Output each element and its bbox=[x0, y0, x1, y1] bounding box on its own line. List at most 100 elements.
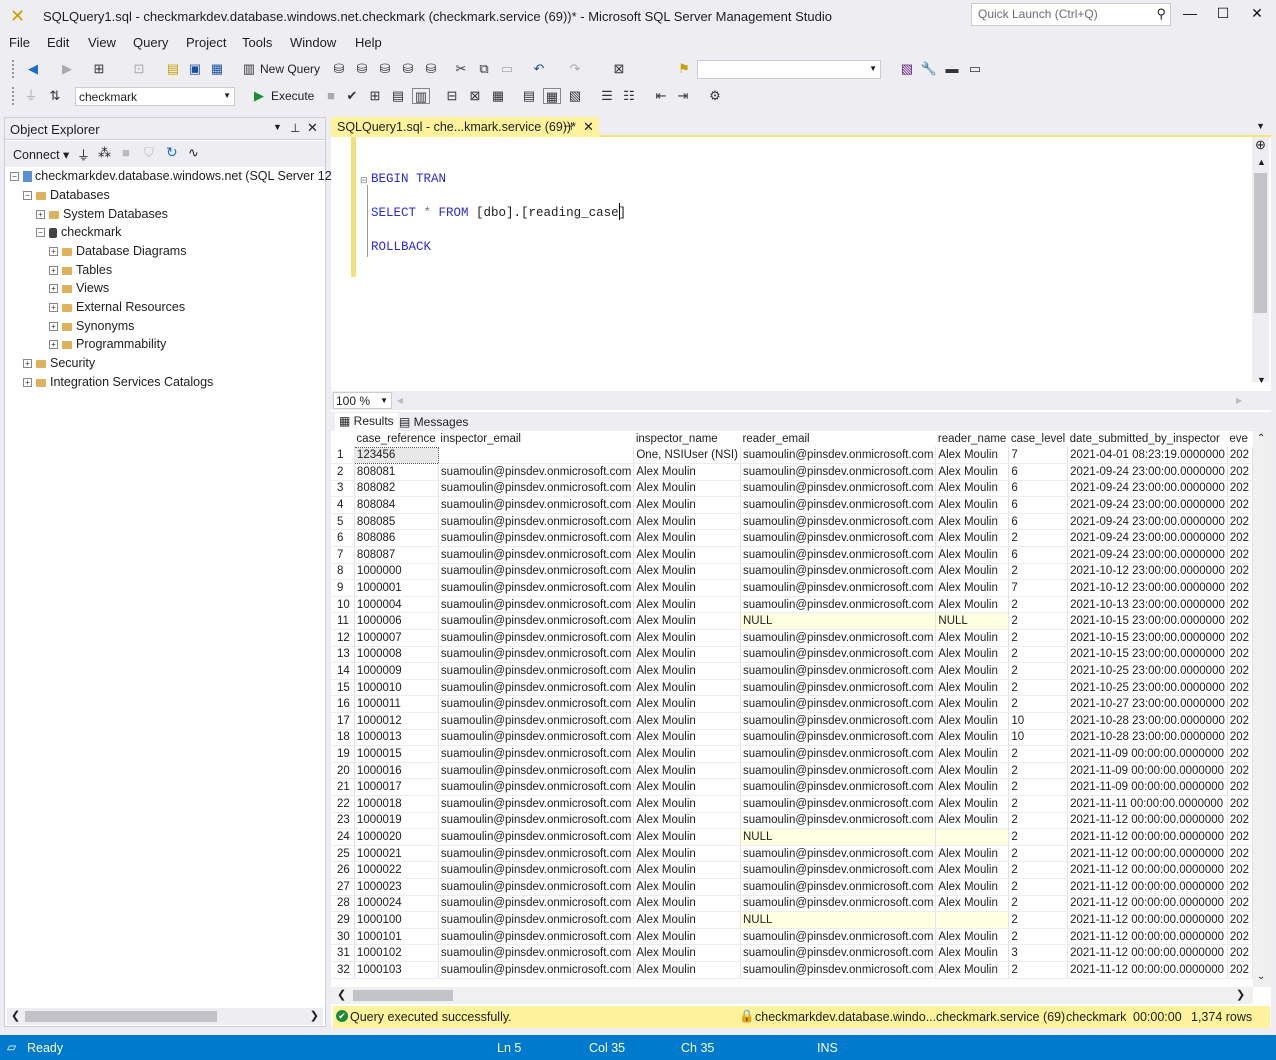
tree-node-programmability[interactable]: + Programmability bbox=[49, 337, 166, 355]
output-window-icon[interactable]: ▱ bbox=[7, 1040, 16, 1054]
grid-cell[interactable]: 2 bbox=[1008, 895, 1069, 913]
table-row[interactable]: 2 808081 suamoulin@pinsdev.onmicrosoft.com… bbox=[331, 463, 1253, 481]
quick-launch-input[interactable]: Quick Launch (Ctrl+Q) ⚲ bbox=[971, 3, 1171, 26]
grid-cell[interactable]: suamoulin@pinsdev.onmicrosoft.com bbox=[740, 629, 937, 647]
grid-cell[interactable]: 2 bbox=[1008, 762, 1069, 780]
table-row[interactable]: 21 1000017 suamoulin@pinsdev.onmicrosoft.c… bbox=[331, 778, 1253, 796]
find-icon[interactable]: ⚑ bbox=[675, 61, 693, 77]
grid-cell[interactable]: 10 bbox=[1008, 712, 1069, 730]
grid-cell[interactable]: 6 bbox=[1008, 546, 1069, 564]
grid-cell[interactable]: 2021-11-12 00:00:00.0000000 bbox=[1067, 961, 1228, 979]
chevron-down-icon[interactable]: ▼ bbox=[273, 122, 282, 132]
column-header[interactable]: inspector_name bbox=[633, 431, 741, 447]
grid-cell[interactable]: 1000006 bbox=[354, 612, 439, 631]
grid-cell[interactable]: 2021-10-15 23:00:00.0000000 bbox=[1067, 629, 1228, 647]
grid-cell[interactable]: suamoulin@pinsdev.onmicrosoft.com bbox=[740, 895, 937, 913]
table-row[interactable]: 20 1000016 suamoulin@pinsdev.onmicrosoft.c… bbox=[331, 762, 1253, 780]
grid-cell[interactable]: Alex Moulin bbox=[633, 745, 741, 763]
grid-cell[interactable]: 2021-10-27 23:00:00.0000000 bbox=[1067, 695, 1228, 713]
grid-cell[interactable]: suamoulin@pinsdev.onmicrosoft.com bbox=[740, 778, 937, 796]
scroll-left-icon[interactable]: ◂ bbox=[397, 393, 403, 407]
grid-cell[interactable]: 2 bbox=[1008, 612, 1069, 631]
collapse-icon[interactable]: − bbox=[10, 172, 19, 182]
new-query-button[interactable]: New Query bbox=[260, 62, 320, 76]
table-row[interactable]: 10 1000004 suamoulin@pinsdev.onmicrosoft.c… bbox=[331, 596, 1253, 614]
grid-cell[interactable]: Alex Moulin bbox=[633, 812, 741, 830]
grid-cell[interactable]: Alex Moulin bbox=[633, 463, 741, 481]
disconnect-icon[interactable]: ⁂ bbox=[98, 145, 111, 161]
grid-cell[interactable]: 202 bbox=[1227, 695, 1253, 713]
table-row[interactable]: 17 1000012 suamoulin@pinsdev.onmicrosoft.c… bbox=[331, 712, 1253, 730]
close-icon[interactable]: ✕ bbox=[583, 119, 594, 135]
table-row[interactable]: 29 1000100 suamoulin@pinsdev.onmicrosoft.c… bbox=[331, 911, 1253, 929]
grid-cell[interactable] bbox=[935, 828, 1010, 846]
cancel-query-icon[interactable]: ■ bbox=[322, 88, 340, 104]
menu-edit[interactable]: Edit bbox=[47, 35, 69, 50]
grid-cell[interactable]: suamoulin@pinsdev.onmicrosoft.com bbox=[740, 729, 937, 747]
grid-cell[interactable]: 2021-04-01 08:23:19.0000000 bbox=[1067, 447, 1228, 465]
close-button[interactable]: ✕ bbox=[1242, 5, 1272, 25]
grid-cell[interactable]: 202 bbox=[1227, 928, 1253, 946]
table-row[interactable]: 8 1000000 suamoulin@pinsdev.onmicrosoft.co… bbox=[331, 563, 1253, 581]
grid-cell[interactable]: suamoulin@pinsdev.onmicrosoft.com bbox=[438, 695, 635, 713]
grid-cell[interactable]: suamoulin@pinsdev.onmicrosoft.com bbox=[740, 529, 937, 548]
scroll-thumb[interactable] bbox=[353, 990, 453, 1001]
grid-cell[interactable]: Alex Moulin bbox=[935, 662, 1010, 680]
menu-query[interactable]: Query bbox=[133, 35, 168, 50]
grid-cell[interactable] bbox=[438, 447, 635, 465]
expand-icon[interactable]: + bbox=[36, 210, 45, 220]
execute-icon[interactable]: ▶ bbox=[250, 88, 268, 104]
grid-cell[interactable]: 2 bbox=[1008, 911, 1069, 929]
grid-cell[interactable]: suamoulin@pinsdev.onmicrosoft.com bbox=[438, 845, 635, 863]
menu-project[interactable]: Project bbox=[186, 35, 226, 50]
grid-cell[interactable]: 1000001 bbox=[354, 579, 439, 597]
expand-icon[interactable]: + bbox=[49, 340, 58, 350]
tree-node-security[interactable]: + Security bbox=[23, 356, 95, 374]
table-row[interactable]: 19 1000015 suamoulin@pinsdev.onmicrosoft.c… bbox=[331, 745, 1253, 763]
grid-cell[interactable]: suamoulin@pinsdev.onmicrosoft.com bbox=[740, 546, 937, 564]
grid-cell[interactable]: 2 bbox=[1008, 563, 1069, 581]
grid-cell[interactable]: Alex Moulin bbox=[633, 878, 741, 896]
grid-cell[interactable]: 3 bbox=[1008, 944, 1069, 962]
grid-cell[interactable]: suamoulin@pinsdev.onmicrosoft.com bbox=[740, 762, 937, 780]
grid-cell[interactable]: 202 bbox=[1227, 729, 1253, 747]
grid-cell[interactable]: suamoulin@pinsdev.onmicrosoft.com bbox=[740, 712, 937, 730]
grid-cell[interactable]: 202 bbox=[1227, 513, 1253, 531]
table-row[interactable]: 28 1000024 suamoulin@pinsdev.onmicrosoft.c… bbox=[331, 895, 1253, 913]
grid-cell[interactable]: 6 bbox=[1008, 480, 1069, 498]
grid-cell[interactable]: 202 bbox=[1227, 646, 1253, 664]
grid-cell[interactable]: suamoulin@pinsdev.onmicrosoft.com bbox=[438, 828, 635, 846]
grid-cell[interactable]: 202 bbox=[1227, 496, 1253, 514]
grid-cell[interactable]: 2021-10-12 23:00:00.0000000 bbox=[1067, 563, 1228, 581]
grid-cell[interactable]: Alex Moulin bbox=[935, 762, 1010, 780]
grid-cell[interactable]: 202 bbox=[1227, 629, 1253, 647]
grid-cell[interactable]: suamoulin@pinsdev.onmicrosoft.com bbox=[438, 513, 635, 531]
grid-cell[interactable]: Alex Moulin bbox=[935, 646, 1010, 664]
grid-cell[interactable]: suamoulin@pinsdev.onmicrosoft.com bbox=[740, 695, 937, 713]
grid-cell[interactable]: 2021-10-15 23:00:00.0000000 bbox=[1067, 612, 1228, 631]
grid-cell[interactable]: Alex Moulin bbox=[935, 961, 1010, 979]
grid-cell[interactable]: 2021-11-09 00:00:00.0000000 bbox=[1067, 762, 1228, 780]
grid-cell[interactable]: suamoulin@pinsdev.onmicrosoft.com bbox=[438, 596, 635, 614]
grid-cell[interactable]: 1000018 bbox=[354, 795, 439, 813]
grid-cell[interactable]: Alex Moulin bbox=[633, 729, 741, 747]
grid-cell[interactable]: 202 bbox=[1227, 845, 1253, 863]
toolbar-grip[interactable] bbox=[12, 87, 16, 105]
grid-cell[interactable]: 808082 bbox=[354, 480, 439, 498]
grid-cell[interactable]: 2021-09-24 23:00:00.0000000 bbox=[1067, 480, 1228, 498]
grid-cell[interactable]: 202 bbox=[1227, 895, 1253, 913]
grid-cell[interactable]: Alex Moulin bbox=[633, 961, 741, 979]
grid-cell[interactable]: 1000022 bbox=[354, 861, 439, 879]
table-row[interactable]: 3 808082 suamoulin@pinsdev.onmicrosoft.com… bbox=[331, 480, 1253, 498]
grid-cell[interactable]: 1000008 bbox=[354, 646, 439, 664]
grid-cell[interactable]: 2021-11-09 00:00:00.0000000 bbox=[1067, 778, 1228, 796]
tree-node-integration-services[interactable]: + Integration Services Catalogs bbox=[23, 375, 213, 393]
expand-icon[interactable]: + bbox=[49, 284, 58, 294]
tab-results[interactable]: ▦ Results bbox=[335, 413, 398, 431]
grid-cell[interactable]: suamoulin@pinsdev.onmicrosoft.com bbox=[438, 463, 635, 481]
grid-cell[interactable]: 2 bbox=[1008, 961, 1069, 979]
expand-icon[interactable]: + bbox=[49, 303, 58, 313]
grid-cell[interactable]: 2021-09-24 23:00:00.0000000 bbox=[1067, 529, 1228, 548]
new-query-icon[interactable]: ▥ bbox=[240, 61, 258, 77]
close-icon[interactable]: ✕ bbox=[307, 120, 318, 136]
